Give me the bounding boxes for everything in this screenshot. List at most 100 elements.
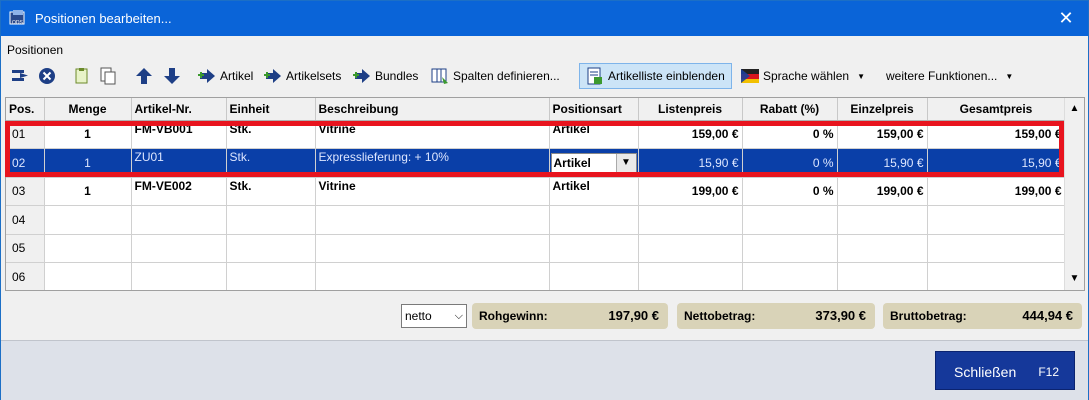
col-header-gesamtpreis[interactable]: Gesamtpreis bbox=[927, 98, 1066, 121]
add-artikel-icon bbox=[198, 69, 215, 83]
show-article-list-label: Artikelliste einblenden bbox=[608, 69, 725, 83]
copy-button[interactable] bbox=[73, 64, 95, 88]
paste-icon bbox=[100, 67, 116, 85]
col-header-pos[interactable]: Pos. bbox=[6, 98, 45, 121]
cell-gesamtpreis[interactable] bbox=[927, 205, 1066, 235]
netto-select-value: netto bbox=[405, 309, 432, 323]
cell-listenpreis[interactable]: 199,00 € bbox=[638, 177, 743, 206]
cell-rabatt[interactable]: 0 % bbox=[742, 177, 838, 206]
more-functions-label: weitere Funktionen... bbox=[886, 69, 998, 83]
title-bar: ODS Positionen bearbeiten... ✕ bbox=[1, 1, 1088, 36]
col-header-positionsart[interactable]: Positionsart bbox=[549, 98, 639, 121]
move-down-button[interactable] bbox=[163, 64, 185, 88]
cell-beschreibung[interactable]: Vitrine bbox=[315, 177, 550, 206]
cell-beschreibung[interactable] bbox=[315, 262, 550, 290]
close-button[interactable]: Schließen F12 bbox=[935, 351, 1075, 390]
show-article-list-button[interactable]: Artikelliste einblenden bbox=[579, 63, 732, 89]
row-pos: 05 bbox=[6, 234, 45, 263]
cell-einheit[interactable] bbox=[226, 262, 316, 290]
move-up-icon bbox=[136, 68, 152, 84]
table-row[interactable]: 03 1 FM-VE002 Stk. Vitrine Artikel 199,0… bbox=[6, 177, 1066, 206]
define-columns-label: Spalten definieren... bbox=[453, 69, 560, 83]
paste-button[interactable] bbox=[99, 64, 121, 88]
table-row[interactable]: 04 bbox=[6, 205, 1066, 235]
cell-beschreibung[interactable] bbox=[315, 234, 550, 263]
cell-menge[interactable] bbox=[44, 234, 132, 263]
close-window-button[interactable]: ✕ bbox=[1044, 1, 1088, 36]
col-header-beschreibung[interactable]: Beschreibung bbox=[315, 98, 550, 121]
language-dropdown[interactable]: Sprache wählen ▼ bbox=[741, 64, 865, 88]
define-columns-button[interactable]: Spalten definieren... bbox=[431, 64, 560, 88]
cell-einzelpreis[interactable] bbox=[837, 205, 928, 235]
columns-icon bbox=[431, 68, 448, 84]
section-label: Positionen bbox=[7, 43, 64, 57]
col-header-einzelpreis[interactable]: Einzelpreis bbox=[837, 98, 928, 121]
cell-positionsart[interactable] bbox=[549, 205, 639, 235]
cell-positionsart[interactable] bbox=[549, 234, 639, 263]
cell-einzelpreis[interactable]: 199,00 € bbox=[837, 177, 928, 206]
footer-bar bbox=[1, 340, 1088, 400]
delete-row-button[interactable] bbox=[38, 64, 60, 88]
cell-gesamtpreis[interactable]: 199,00 € bbox=[927, 177, 1066, 206]
flag-icon bbox=[741, 69, 759, 83]
insert-row-button[interactable] bbox=[11, 64, 33, 88]
vertical-scrollbar[interactable]: ▲ ▼ bbox=[1064, 98, 1084, 290]
add-artikel-label: Artikel bbox=[220, 69, 254, 83]
col-header-einheit[interactable]: Einheit bbox=[226, 98, 316, 121]
delete-icon bbox=[39, 68, 55, 84]
move-down-icon bbox=[164, 68, 180, 84]
toolbar: Artikel Artikelsets Bundles Spalten defi… bbox=[5, 63, 1085, 89]
cell-positionsart[interactable]: Artikel bbox=[549, 177, 639, 206]
col-header-artikel-nr[interactable]: Artikel-Nr. bbox=[131, 98, 227, 121]
col-header-listenpreis[interactable]: Listenpreis bbox=[638, 98, 743, 121]
netto-brutto-select[interactable]: netto ⌵ bbox=[401, 304, 467, 328]
col-header-menge[interactable]: Menge bbox=[44, 98, 132, 121]
add-artikelsets-button[interactable]: Artikelsets bbox=[264, 64, 341, 88]
insert-row-icon bbox=[12, 70, 28, 81]
scroll-up-icon[interactable]: ▲ bbox=[1065, 100, 1084, 118]
move-up-button[interactable] bbox=[135, 64, 157, 88]
rohgewinn-value: 197,90 € bbox=[608, 308, 659, 323]
cell-rabatt[interactable] bbox=[742, 234, 838, 263]
more-functions-dropdown[interactable]: weitere Funktionen... ▼ bbox=[886, 64, 1013, 88]
cell-rabatt[interactable] bbox=[742, 205, 838, 235]
add-artikel-button[interactable]: Artikel bbox=[198, 64, 253, 88]
add-bundles-button[interactable]: Bundles bbox=[353, 64, 418, 88]
bruttobetrag-label: Bruttobetrag: bbox=[890, 309, 967, 323]
add-artikelsets-label: Artikelsets bbox=[286, 69, 342, 83]
cell-listenpreis[interactable] bbox=[638, 262, 743, 290]
cell-listenpreis[interactable] bbox=[638, 205, 743, 235]
article-list-icon bbox=[587, 67, 602, 85]
copy-icon bbox=[75, 68, 88, 84]
cell-beschreibung[interactable] bbox=[315, 205, 550, 235]
scroll-down-icon[interactable]: ▼ bbox=[1065, 270, 1084, 288]
chevron-down-icon: ▼ bbox=[857, 71, 865, 81]
cell-einzelpreis[interactable] bbox=[837, 234, 928, 263]
cell-artikel-nr[interactable] bbox=[131, 205, 227, 235]
cell-einheit[interactable] bbox=[226, 234, 316, 263]
cell-artikel-nr[interactable] bbox=[131, 262, 227, 290]
cell-gesamtpreis[interactable] bbox=[927, 234, 1066, 263]
table-row[interactable]: 05 bbox=[6, 234, 1066, 263]
cell-artikel-nr[interactable]: FM-VE002 bbox=[131, 177, 227, 206]
cell-listenpreis[interactable] bbox=[638, 234, 743, 263]
bruttobetrag-value: 444,94 € bbox=[1022, 308, 1073, 323]
col-header-rabatt[interactable]: Rabatt (%) bbox=[742, 98, 838, 121]
table-row[interactable]: 06 bbox=[6, 262, 1066, 290]
rohgewinn-label: Rohgewinn: bbox=[479, 309, 548, 323]
cell-einheit[interactable]: Stk. bbox=[226, 177, 316, 206]
row-pos: 04 bbox=[6, 205, 45, 235]
cell-menge[interactable] bbox=[44, 262, 132, 290]
cell-gesamtpreis[interactable] bbox=[927, 262, 1066, 290]
app-icon: ODS bbox=[9, 10, 25, 26]
add-bundles-icon bbox=[353, 69, 370, 83]
cell-menge[interactable] bbox=[44, 205, 132, 235]
cell-einzelpreis[interactable] bbox=[837, 262, 928, 290]
cell-artikel-nr[interactable] bbox=[131, 234, 227, 263]
cell-einheit[interactable] bbox=[226, 205, 316, 235]
cell-rabatt[interactable] bbox=[742, 262, 838, 290]
cell-menge[interactable]: 1 bbox=[44, 177, 132, 206]
close-button-label: Schließen bbox=[954, 364, 1017, 380]
cell-positionsart[interactable] bbox=[549, 262, 639, 290]
nettobetrag-label: Nettobetrag: bbox=[684, 309, 756, 323]
